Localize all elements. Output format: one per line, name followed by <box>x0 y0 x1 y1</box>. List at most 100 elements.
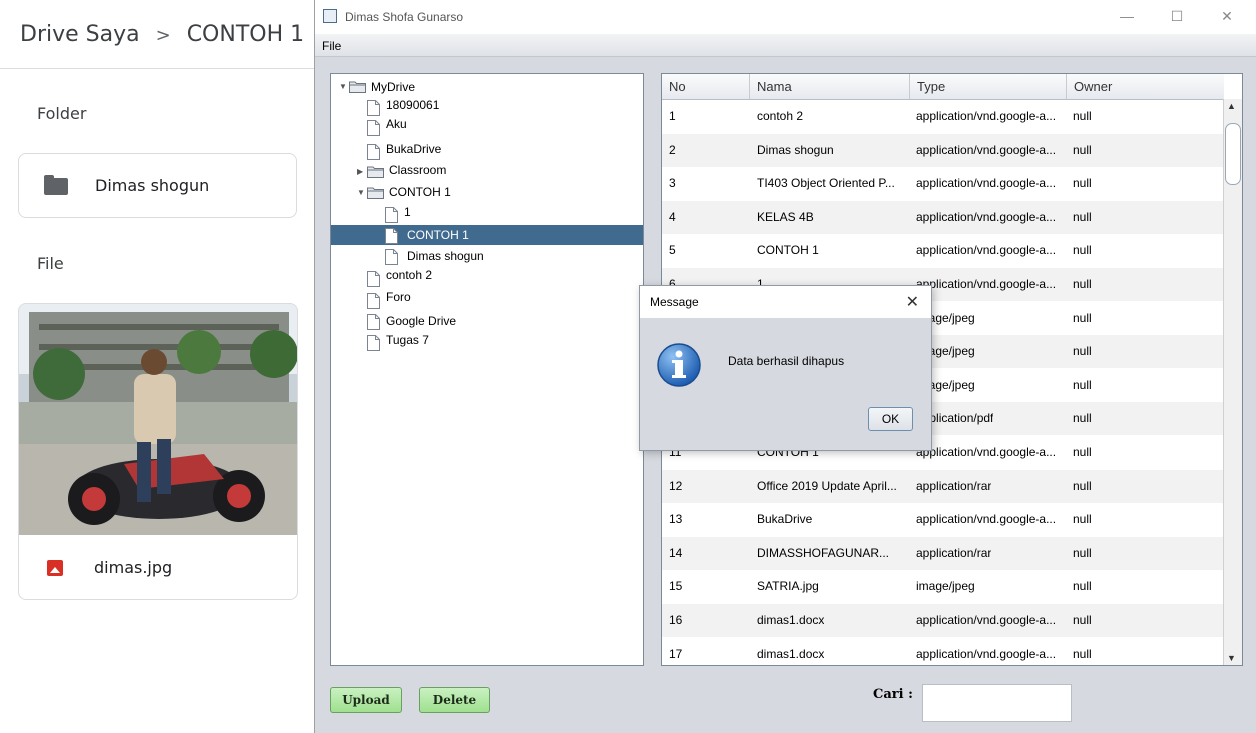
table-cell: null <box>1073 512 1092 527</box>
table-cell: null <box>1073 478 1092 493</box>
file-icon <box>367 144 380 160</box>
message-dialog: Message ✕ Data berhasil dihapus OK <box>639 285 932 451</box>
column-header-nama[interactable]: Nama <box>750 74 910 99</box>
table-cell: null <box>1073 646 1092 661</box>
scrollbar-thumb[interactable] <box>1225 123 1241 185</box>
table-cell: application/vnd.google-a... <box>916 613 1057 627</box>
table-cell: null <box>1073 209 1092 224</box>
table-row[interactable]: 2 Dimas shogun application/vnd.google-a...… <box>662 133 1224 167</box>
folder-card[interactable]: Dimas shogun <box>18 153 297 218</box>
breadcrumb-current[interactable]: CONTOH 1 <box>187 22 304 47</box>
minimize-button[interactable]: — <box>1117 8 1137 24</box>
maximize-button[interactable]: ☐ <box>1167 8 1187 25</box>
table-cell: 1 <box>669 109 676 123</box>
table-row[interactable]: 5 CONTOH 1 application/vnd.google-a... null <box>662 234 1224 267</box>
table-cell: null <box>1073 243 1092 258</box>
image-file-icon <box>47 560 63 576</box>
tree-node-google-drive[interactable]: Google Drive <box>367 311 567 331</box>
file-icon <box>385 207 398 223</box>
column-header-no[interactable]: No <box>662 74 750 99</box>
table-cell: SATRIA.jpg <box>757 579 819 594</box>
table-cell: application/rar <box>916 478 992 493</box>
scroll-up-icon[interactable]: ▲ <box>1227 101 1236 111</box>
tree-node-classroom[interactable]: ▶ Classroom <box>357 162 567 182</box>
window-title: Dimas Shofa Gunarso <box>345 10 464 24</box>
search-input[interactable] <box>922 684 1072 722</box>
tree-label: Dimas shogun <box>407 249 484 263</box>
table-cell: image/jpeg <box>916 579 975 594</box>
tree-node-contoh1-folder[interactable]: ▼ CONTOH 1 <box>357 183 567 203</box>
expanded-toggle-icon[interactable]: ▼ <box>339 77 347 97</box>
table-cell: null <box>1073 176 1092 191</box>
table-cell: null <box>1073 411 1092 426</box>
table-row[interactable]: 15 SATRIA.jpg image/jpeg null <box>662 570 1224 603</box>
table-cell: null <box>1073 545 1092 560</box>
folder-icon <box>349 81 366 93</box>
upload-button[interactable]: Upload <box>330 687 402 713</box>
tree-node-tugas7[interactable]: Tugas 7 <box>367 332 567 352</box>
breadcrumb-root[interactable]: Drive Saya <box>20 22 140 47</box>
table-cell: dimas1.docx <box>757 613 825 627</box>
tree-label: BukaDrive <box>386 142 442 156</box>
table-row[interactable]: 1 contoh 2 application/vnd.google-a... null <box>662 100 1224 133</box>
tree-node-dimas-shogun[interactable]: Dimas shogun <box>385 246 585 266</box>
table-row[interactable]: 17 dimas1.docx application/vnd.google-a...… <box>662 638 1224 665</box>
breadcrumb: Drive Saya > CONTOH 1 <box>20 22 304 47</box>
table-cell: null <box>1073 377 1092 392</box>
table-row[interactable]: 12 Office 2019 Update April... application… <box>662 469 1224 503</box>
table-cell: null <box>1073 445 1092 459</box>
tree-node-foro[interactable]: Foro <box>367 290 567 310</box>
tree-node-bukadrive[interactable]: BukaDrive <box>367 141 567 161</box>
table-cell: 17 <box>669 646 683 661</box>
column-header-type[interactable]: Type <box>910 74 1067 99</box>
dialog-title: Message <box>650 295 699 309</box>
tree-label: 1 <box>404 205 411 219</box>
table-cell: application/vnd.google-a... <box>916 512 1057 527</box>
delete-button[interactable]: Delete <box>419 687 490 713</box>
tree-label: Foro <box>386 290 411 304</box>
tree-node-1[interactable]: 1 <box>385 204 585 224</box>
table-row[interactable]: 13 BukaDrive application/vnd.google-a... nu… <box>662 503 1224 536</box>
tree-label: 18090061 <box>386 98 440 112</box>
expanded-toggle-icon[interactable]: ▼ <box>357 183 365 203</box>
table-cell: 13 <box>669 512 683 527</box>
table-cell: 4 <box>669 209 676 224</box>
column-header-owner[interactable]: Owner <box>1067 74 1224 99</box>
vertical-scrollbar[interactable]: ▲ ▼ <box>1223 99 1242 665</box>
close-button[interactable]: ✕ <box>1217 8 1237 25</box>
tree-label: MyDrive <box>371 80 415 94</box>
tree-node-contoh2[interactable]: contoh 2 <box>367 268 567 288</box>
table-cell: null <box>1073 344 1092 359</box>
table-cell: application/vnd.google-a... <box>916 109 1057 123</box>
table-cell: 16 <box>669 613 683 627</box>
title-bar[interactable]: Dimas Shofa Gunarso — ☐ ✕ <box>315 0 1256 34</box>
tree-label: Google Drive <box>386 314 457 328</box>
drive-tree[interactable]: ▼ MyDrive 18090061 Aku BukaDrive ▶ Class… <box>330 73 644 666</box>
folder-section-title: Folder <box>37 104 87 123</box>
file-card[interactable]: dimas.jpg <box>18 303 298 600</box>
collapsed-toggle-icon[interactable]: ▶ <box>357 162 363 182</box>
tree-node-root[interactable]: ▼ MyDrive <box>339 77 639 97</box>
file-icon <box>367 314 380 330</box>
scroll-down-icon[interactable]: ▼ <box>1227 653 1236 663</box>
java-app-icon <box>323 9 337 23</box>
folder-name: Dimas shogun <box>95 176 210 195</box>
photo-thumbnail <box>19 304 297 535</box>
table-row[interactable]: 3 TI403 Object Oriented P... application/v… <box>662 167 1224 200</box>
table-cell: null <box>1073 310 1092 325</box>
menu-file[interactable]: File <box>322 39 341 53</box>
dialog-close-icon[interactable]: ✕ <box>906 292 919 312</box>
dialog-message: Data berhasil dihapus <box>728 354 845 368</box>
table-row[interactable]: 14 DIMASSHOFAGUNAR... application/rar null <box>662 536 1224 570</box>
tree-label: CONTOH 1 <box>389 185 451 199</box>
table-cell: application/vnd.google-a... <box>916 646 1057 661</box>
table-cell: application/vnd.google-a... <box>916 277 1057 291</box>
tree-node-aku[interactable]: Aku <box>367 117 567 138</box>
tree-node-contoh1-selected[interactable]: CONTOH 1 <box>331 225 643 245</box>
table-row[interactable]: 4 KELAS 4B application/vnd.google-a... null <box>662 200 1224 234</box>
ok-button[interactable]: OK <box>868 407 913 431</box>
table-cell: 3 <box>669 176 676 191</box>
dialog-title-bar[interactable]: Message ✕ <box>640 286 931 318</box>
table-cell: BukaDrive <box>757 512 813 527</box>
table-row[interactable]: 16 dimas1.docx application/vnd.google-a...… <box>662 604 1224 637</box>
